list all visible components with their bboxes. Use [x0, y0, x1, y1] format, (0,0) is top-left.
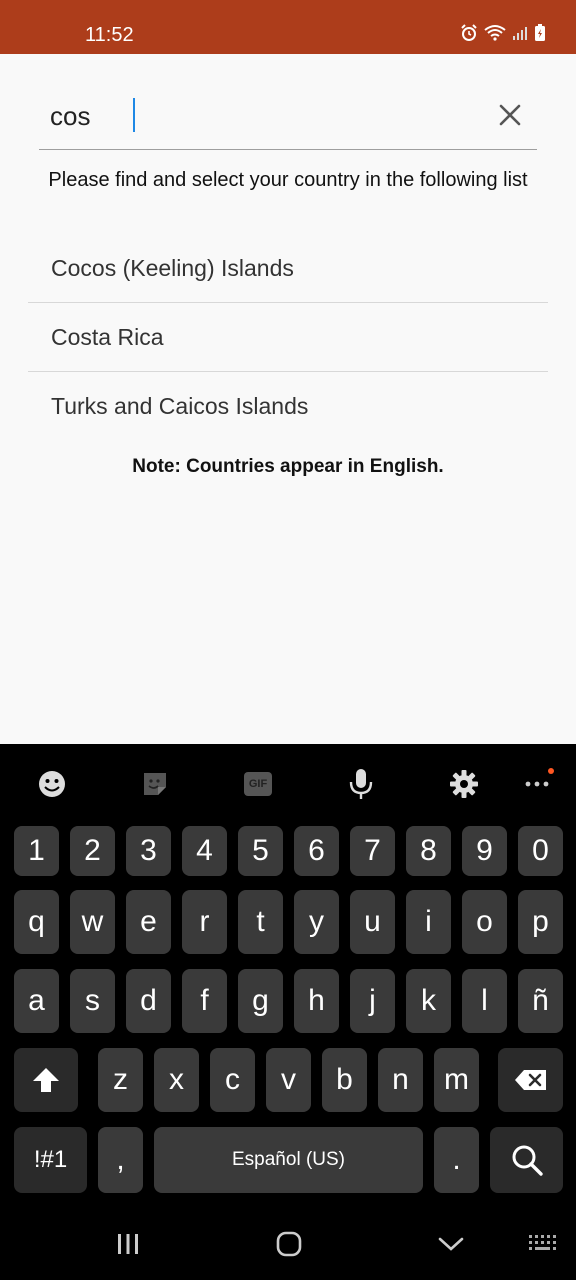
key-3[interactable]: 3: [126, 826, 171, 876]
key-i[interactable]: i: [406, 890, 451, 954]
keyboard-toolbar: GIF: [0, 744, 576, 824]
shift-key[interactable]: [14, 1048, 78, 1112]
key-c[interactable]: c: [210, 1048, 255, 1112]
search-icon: [512, 1145, 543, 1176]
key-l[interactable]: l: [462, 969, 507, 1033]
keyboard-switch-icon[interactable]: [522, 1224, 562, 1264]
key-e[interactable]: e: [126, 890, 171, 954]
navigation-bar: [0, 1206, 576, 1280]
key-j[interactable]: j: [350, 969, 395, 1033]
key-v[interactable]: v: [266, 1048, 311, 1112]
country-picker: Please find and select your country in t…: [0, 54, 576, 744]
gif-icon[interactable]: GIF: [240, 766, 276, 802]
key-m[interactable]: m: [434, 1048, 479, 1112]
key-x[interactable]: x: [154, 1048, 199, 1112]
backspace-key[interactable]: [498, 1048, 563, 1112]
key-1[interactable]: 1: [14, 826, 59, 876]
symbols-key[interactable]: !#1: [14, 1127, 87, 1193]
soft-keyboard: GIF 1 2 3 4 5 6 7 8 9 0 q w e r t y u i …: [0, 744, 576, 1280]
key-6[interactable]: 6: [294, 826, 339, 876]
status-bar: 11:52: [0, 0, 576, 54]
country-item[interactable]: Costa Rica: [28, 303, 548, 372]
country-item[interactable]: Cocos (Keeling) Islands: [28, 234, 548, 303]
wifi-icon: [484, 24, 506, 42]
instructions-text: Please find and select your country in t…: [48, 169, 528, 191]
key-t[interactable]: t: [238, 890, 283, 954]
search-bar: [39, 82, 537, 150]
key-0[interactable]: 0: [518, 826, 563, 876]
key-b[interactable]: b: [322, 1048, 367, 1112]
key-u[interactable]: u: [350, 890, 395, 954]
key-o[interactable]: o: [462, 890, 507, 954]
back-icon[interactable]: [431, 1224, 471, 1264]
key-n-tilde[interactable]: ñ: [518, 969, 563, 1033]
recent-apps-icon[interactable]: [108, 1224, 148, 1264]
key-7[interactable]: 7: [350, 826, 395, 876]
key-2[interactable]: 2: [70, 826, 115, 876]
key-h[interactable]: h: [294, 969, 339, 1033]
key-f[interactable]: f: [182, 969, 227, 1033]
key-k[interactable]: k: [406, 969, 451, 1033]
shift-icon: [33, 1068, 59, 1092]
note-text: Note: Countries appear in English.: [132, 456, 444, 477]
gif-label: GIF: [244, 772, 272, 796]
key-s[interactable]: s: [70, 969, 115, 1033]
key-y[interactable]: y: [294, 890, 339, 954]
emoji-icon[interactable]: [34, 766, 70, 802]
key-p[interactable]: p: [518, 890, 563, 954]
signal-icon: [512, 25, 528, 41]
text-caret: [133, 98, 135, 132]
space-key[interactable]: Español (US): [154, 1127, 423, 1193]
comma-key[interactable]: ,: [98, 1127, 143, 1193]
key-a[interactable]: a: [14, 969, 59, 1033]
search-input[interactable]: [50, 96, 470, 136]
key-r[interactable]: r: [182, 890, 227, 954]
status-time: 11:52: [85, 24, 134, 46]
microphone-icon[interactable]: [343, 766, 379, 802]
key-8[interactable]: 8: [406, 826, 451, 876]
status-icons: [460, 24, 546, 42]
country-item[interactable]: Turks and Caicos Islands: [28, 372, 548, 441]
key-z[interactable]: z: [98, 1048, 143, 1112]
battery-charging-icon: [534, 24, 546, 42]
search-key[interactable]: [490, 1127, 563, 1193]
period-key[interactable]: .: [434, 1127, 479, 1193]
key-d[interactable]: d: [126, 969, 171, 1033]
key-5[interactable]: 5: [238, 826, 283, 876]
settings-icon[interactable]: [446, 766, 482, 802]
notification-dot: [548, 768, 554, 774]
alarm-icon: [460, 24, 478, 42]
close-icon: [499, 104, 521, 126]
key-4[interactable]: 4: [182, 826, 227, 876]
home-icon[interactable]: [269, 1224, 309, 1264]
country-list: Cocos (Keeling) Islands Costa Rica Turks…: [28, 234, 548, 441]
key-n[interactable]: n: [378, 1048, 423, 1112]
backspace-icon: [514, 1070, 546, 1090]
key-9[interactable]: 9: [462, 826, 507, 876]
key-g[interactable]: g: [238, 969, 283, 1033]
sticker-icon[interactable]: [137, 766, 173, 802]
clear-search-button[interactable]: [493, 98, 527, 132]
key-w[interactable]: w: [70, 890, 115, 954]
key-q[interactable]: q: [14, 890, 59, 954]
